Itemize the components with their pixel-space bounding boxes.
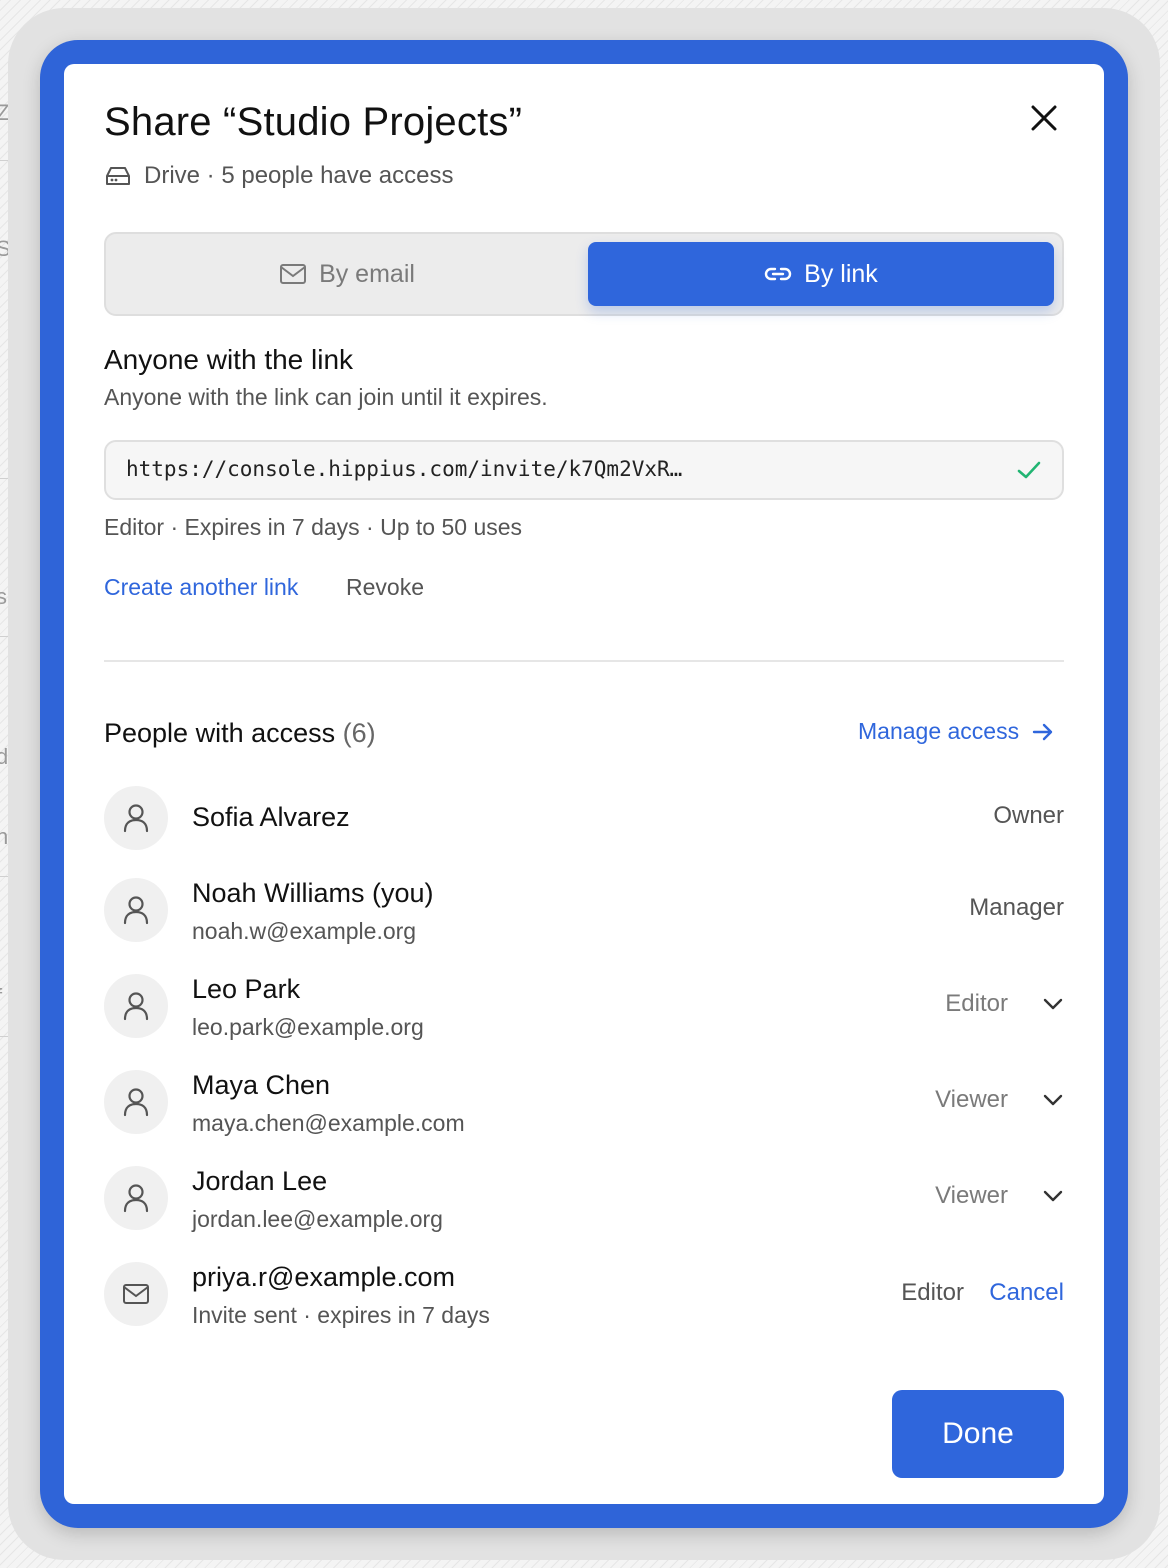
user-icon	[123, 804, 149, 833]
share-mode-tabs: By email By link	[104, 232, 1064, 316]
role-dropdown[interactable]: Editor	[945, 990, 1064, 1018]
user-icon	[123, 992, 149, 1021]
manage-access-label: Manage access	[858, 718, 1020, 744]
dialog-title: Share “Studio Projects”	[104, 100, 523, 144]
person-name: Noah Williams (you)	[192, 878, 434, 908]
user-icon	[123, 1088, 149, 1117]
role-dropdown-value: Viewer	[935, 1182, 1008, 1209]
person-row: Sofia Alvarez Owner	[104, 786, 1064, 852]
avatar	[104, 1070, 168, 1134]
mail-icon	[123, 1284, 149, 1304]
person-name: Jordan Lee	[192, 1166, 328, 1196]
invite-status: Invite sent · expires in 7 days	[192, 1302, 490, 1328]
role-dropdown[interactable]: Viewer	[935, 1182, 1064, 1210]
dialog-subtitle-row: Drive · 5 people have access	[104, 160, 454, 192]
avatar	[104, 974, 168, 1038]
manage-access-link[interactable]: Manage access	[858, 718, 1055, 745]
background-text: s	[0, 584, 7, 609]
person-row: Noah Williams (you) noah.w@example.org M…	[104, 878, 1064, 944]
pending-invite-row: priya.r@example.com Invite sent · expire…	[104, 1262, 1064, 1328]
link-section-heading: Anyone with the link	[104, 344, 354, 375]
person-row: Jordan Lee jordan.lee@example.org Viewer	[104, 1166, 1064, 1232]
person-email: noah.w@example.org	[192, 918, 417, 944]
person-role: Owner	[993, 802, 1064, 829]
link-icon	[765, 267, 792, 281]
people-heading-label: People with access	[104, 718, 336, 748]
user-icon	[123, 896, 149, 925]
check-icon	[1017, 461, 1041, 479]
done-button[interactable]: Done	[892, 1390, 1064, 1478]
invite-link-field[interactable]: https://console.hippius.com/invite/k7Qm2…	[104, 440, 1064, 500]
share-dialog: Share “Studio Projects” Drive · 5 people…	[64, 64, 1104, 1504]
person-name: Maya Chen	[192, 1070, 331, 1100]
chevron-down-icon	[1043, 1094, 1063, 1106]
invite-link-url[interactable]: https://console.hippius.com/invite/k7Qm2…	[126, 457, 986, 481]
people-count: (6)	[342, 718, 376, 748]
avatar	[104, 786, 168, 850]
tab-label: By link	[804, 259, 878, 288]
person-row: Maya Chen maya.chen@example.com Viewer	[104, 1070, 1064, 1136]
person-role: Editor	[901, 1279, 964, 1306]
close-icon	[1031, 105, 1057, 131]
dialog-subtitle: Drive · 5 people have access	[144, 162, 454, 189]
person-email: jordan.lee@example.org	[192, 1206, 443, 1232]
close-button[interactable]	[1024, 98, 1064, 138]
arrow-right-icon	[1032, 723, 1053, 740]
role-dropdown-value: Editor	[945, 990, 1008, 1017]
link-meta: Editor · Expires in 7 days · Up to 50 us…	[104, 514, 523, 540]
create-another-link-button[interactable]: Create another link	[104, 574, 298, 601]
person-role: Manager	[969, 894, 1064, 921]
role-dropdown[interactable]: Viewer	[935, 1086, 1064, 1114]
tab-label: By email	[319, 259, 415, 288]
link-section-description: Anyone with the link can join until it e…	[104, 384, 548, 410]
drive-icon	[106, 167, 130, 185]
background-text: d	[0, 744, 9, 769]
person-name: Leo Park	[192, 974, 301, 1004]
section-divider	[104, 660, 1064, 662]
background-text: f	[0, 984, 2, 1010]
chevron-down-icon	[1043, 998, 1063, 1010]
avatar	[104, 878, 168, 942]
people-heading: People with access (6)	[104, 718, 376, 749]
tab-by-link[interactable]: By link	[588, 242, 1054, 306]
person-row: Leo Park leo.park@example.org Editor	[104, 974, 1064, 1040]
revoke-link-button[interactable]: Revoke	[346, 574, 424, 601]
mail-icon	[280, 264, 307, 284]
person-email: maya.chen@example.com	[192, 1110, 465, 1136]
person-email: leo.park@example.org	[192, 1014, 424, 1040]
avatar	[104, 1166, 168, 1230]
tab-by-email[interactable]: By email	[114, 242, 580, 306]
invitee-email: priya.r@example.com	[192, 1262, 455, 1292]
avatar	[104, 1262, 168, 1326]
cancel-invite-button[interactable]: Cancel	[989, 1279, 1064, 1307]
chevron-down-icon	[1043, 1190, 1063, 1202]
person-name: Sofia Alvarez	[192, 802, 350, 832]
role-dropdown-value: Viewer	[935, 1086, 1008, 1113]
user-icon	[123, 1184, 149, 1213]
